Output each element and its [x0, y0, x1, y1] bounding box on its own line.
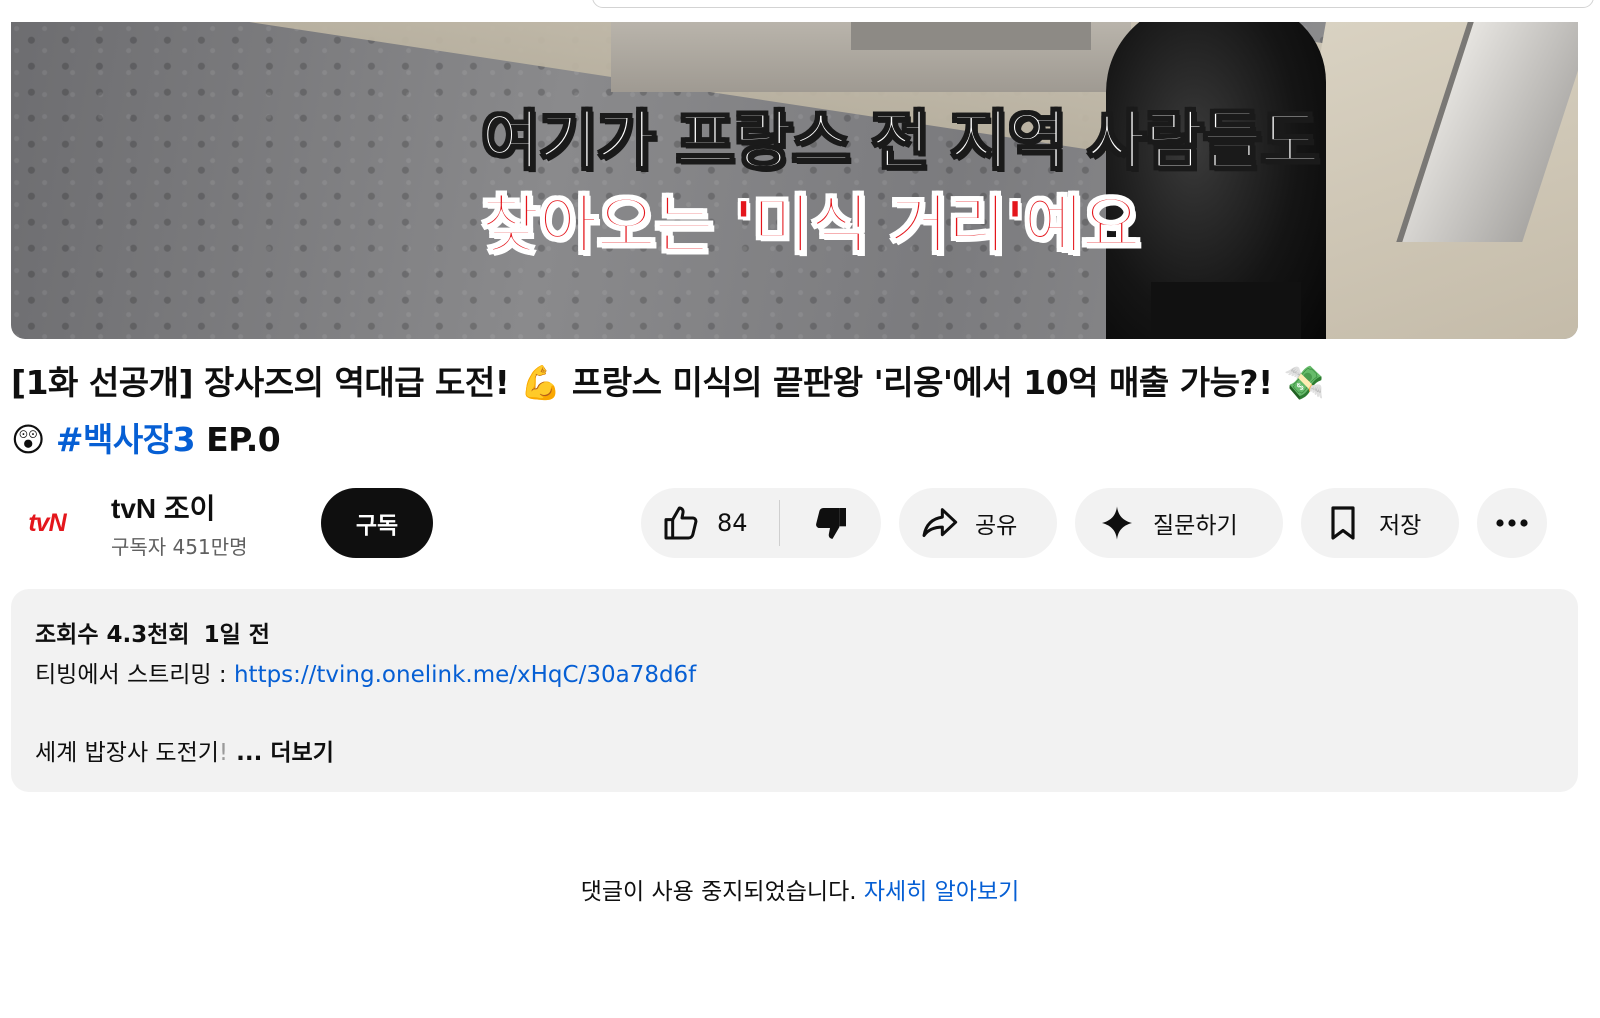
search-bar-edge[interactable] — [592, 0, 1594, 8]
bookmark-icon — [1323, 503, 1363, 543]
ask-label: 질문하기 — [1153, 513, 1238, 539]
comments-disabled-message: 댓글이 사용 중지되었습니다. 자세히 알아보기 — [0, 872, 1600, 906]
like-dislike-group: 84 — [641, 488, 881, 558]
like-icon — [661, 503, 701, 543]
subscriber-count: 구독자 451만명 — [111, 535, 248, 559]
subscribe-button[interactable]: 구독 — [321, 488, 433, 558]
video-caption-line1: 여기가 프랑스 전 지역 사람들도 — [480, 104, 1321, 180]
ellipsis: ... — [228, 740, 271, 766]
upload-date: 1일 전 — [203, 622, 270, 648]
description-meta: 조회수 4.3천회 1일 전 — [35, 615, 284, 649]
title-text-1: [1화 선공개] 장사즈의 역대급 도전! — [11, 363, 521, 402]
video-scene-door — [851, 22, 1091, 50]
show-more-button[interactable]: 더보기 — [270, 740, 333, 766]
video-scene-person-legs — [1151, 282, 1301, 339]
description-stream-line: 티빙에서 스트리밍 : https://tving.onelink.me/xHq… — [35, 655, 696, 689]
owner-row: tvN tvN 조이 구독자 451만명 구독 84 공유 질문하기 저장 — [11, 487, 1578, 559]
astonished-face-emoji-icon: 😲 — [11, 420, 45, 459]
ask-button[interactable]: 질문하기 — [1075, 488, 1283, 558]
share-label: 공유 — [975, 513, 1018, 539]
title-text-2: 프랑스 미식의 끝판왕 '리옹'에서 10억 매출 가능?! — [560, 363, 1284, 402]
share-icon — [919, 503, 959, 543]
more-icon — [1495, 518, 1529, 528]
snippet-fade: ! — [218, 740, 229, 766]
learn-more-link[interactable]: 자세히 알아보기 — [864, 879, 1019, 905]
title-text-3: EP.0 — [195, 420, 281, 459]
video-caption-line2: 찾아오는 '미식 거리'예요 — [480, 188, 1142, 264]
stream-prefix: 티빙에서 스트리밍 : — [35, 662, 234, 688]
like-count: 84 — [717, 509, 748, 537]
video-title: [1화 선공개] 장사즈의 역대급 도전! 💪 프랑스 미식의 끝판왕 '리옹'… — [11, 354, 1571, 468]
view-count: 조회수 4.3천회 — [35, 622, 190, 648]
tvn-logo: tvN — [28, 508, 66, 537]
save-button[interactable]: 저장 — [1301, 488, 1459, 558]
flexed-biceps-emoji-icon: 💪 — [520, 363, 561, 402]
money-wings-emoji-icon: 💸 — [1283, 363, 1325, 402]
video-player[interactable]: 여기가 프랑스 전 지역 사람들도 찾아오는 '미식 거리'예요 — [11, 22, 1578, 339]
more-actions-button[interactable] — [1477, 488, 1547, 558]
channel-avatar[interactable]: tvN — [11, 487, 83, 559]
share-button[interactable]: 공유 — [899, 488, 1057, 558]
comments-disabled-text: 댓글이 사용 중지되었습니다. — [580, 879, 864, 905]
save-label: 저장 — [1379, 513, 1422, 539]
dislike-button[interactable] — [780, 488, 881, 558]
stream-link[interactable]: https://tving.onelink.me/xHqC/30a78d6f — [234, 662, 696, 688]
like-button[interactable]: 84 — [641, 488, 779, 558]
dislike-icon — [811, 503, 851, 543]
watch-page: 여기가 프랑스 전 지역 사람들도 찾아오는 '미식 거리'예요 [1화 선공개… — [0, 0, 1600, 1018]
description-snippet: 세계 밥장사 도전기! ... 더보기 — [35, 733, 334, 767]
channel-name[interactable]: tvN 조이 — [111, 487, 215, 527]
description-box[interactable]: 조회수 4.3천회 1일 전 티빙에서 스트리밍 : https://tving.… — [11, 589, 1578, 792]
title-hashtag-link[interactable]: #백사장3 — [56, 420, 196, 459]
snippet-text: 세계 밥장사 도전기 — [35, 740, 219, 766]
sparkle-icon — [1097, 503, 1137, 543]
